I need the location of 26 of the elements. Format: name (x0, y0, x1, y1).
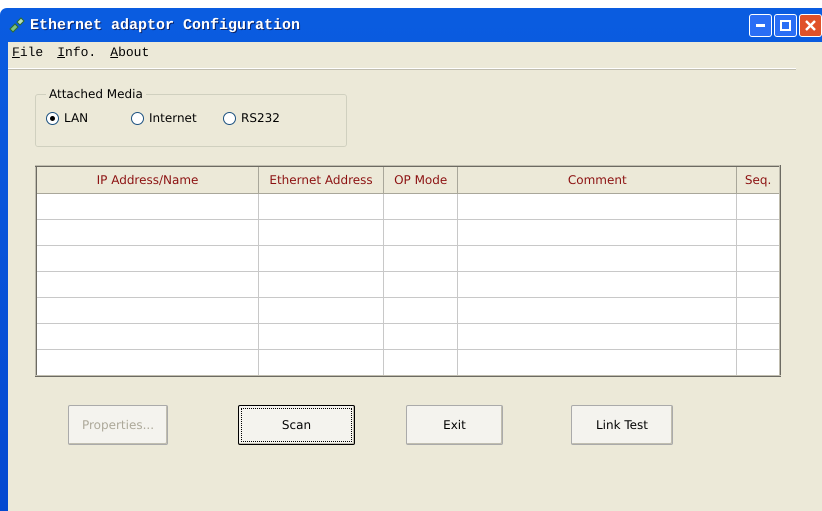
column-header[interactable]: Comment (458, 166, 737, 194)
column-header[interactable]: Seq. (736, 166, 780, 194)
radio-button[interactable] (46, 112, 59, 124)
menu-item[interactable]: File (12, 45, 44, 65)
radio-label[interactable]: RS232 (241, 111, 280, 125)
group-title: Attached Media (48, 87, 144, 101)
window-title: Ethernet adaptor Configuration (30, 16, 300, 34)
maximize-icon (780, 20, 791, 30)
radio-label[interactable]: Internet (149, 111, 197, 125)
radio-button[interactable] (131, 112, 144, 124)
column-header[interactable]: IP Address/Name (36, 166, 259, 194)
maximize-button[interactable] (774, 14, 797, 36)
exit-button[interactable]: Exit (406, 405, 503, 445)
radio-label[interactable]: LAN (64, 111, 88, 125)
network-plug-icon (8, 17, 26, 33)
column-header[interactable]: Ethernet Address (258, 166, 384, 194)
menu-item[interactable]: Info. (57, 45, 96, 65)
scan-button[interactable]: Scan (238, 405, 355, 445)
minimize-button[interactable] (749, 14, 772, 36)
minimize-icon (756, 24, 765, 26)
close-icon (805, 20, 816, 30)
radio-button[interactable] (223, 112, 236, 124)
link-test-button[interactable]: Link Test (571, 405, 673, 445)
column-header[interactable]: OP Mode (383, 166, 458, 194)
menu-item[interactable]: About (110, 45, 150, 65)
close-button[interactable] (799, 14, 822, 36)
